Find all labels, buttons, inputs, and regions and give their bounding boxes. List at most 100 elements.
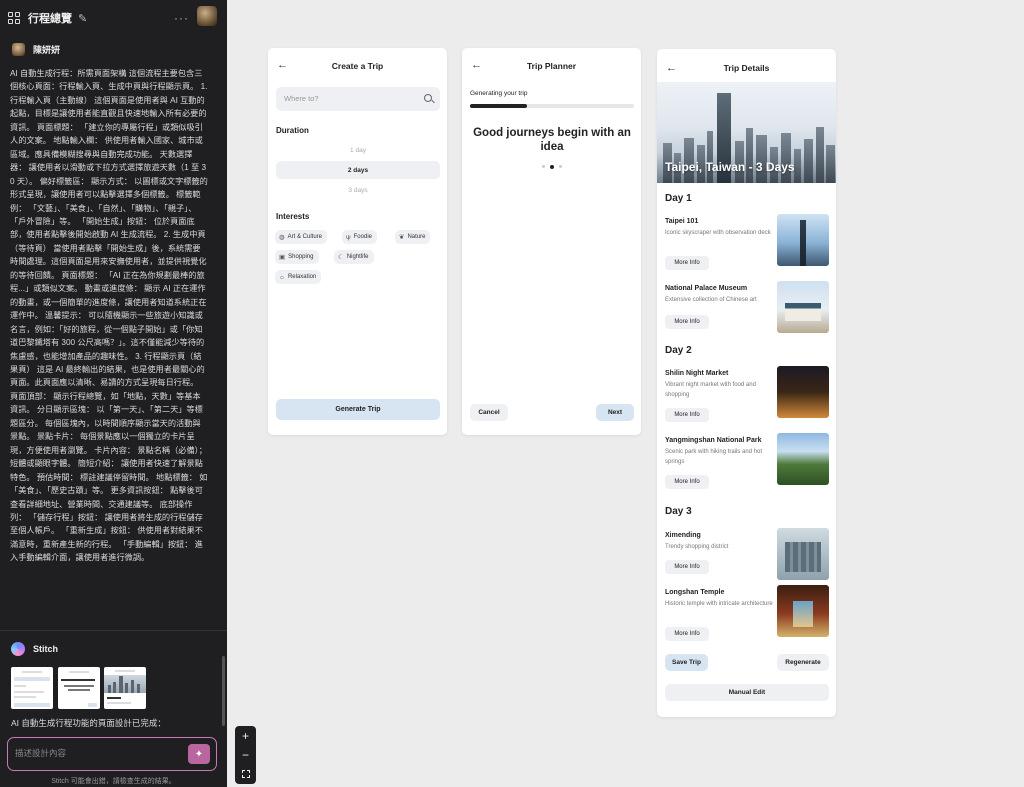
more-info-button[interactable]: More Info bbox=[665, 315, 709, 329]
place-description: Historic temple with intricate architect… bbox=[665, 601, 773, 607]
prompt-box: ✦ bbox=[7, 737, 217, 771]
more-info-button[interactable]: More Info bbox=[665, 475, 709, 489]
search-icon[interactable] bbox=[424, 94, 432, 102]
interest-chip-nature[interactable]: ❦ Nature bbox=[395, 230, 431, 244]
back-arrow-icon[interactable]: ← bbox=[471, 59, 482, 71]
create-trip-header: ← Create a Trip bbox=[268, 48, 447, 84]
zoom-controls: + − bbox=[235, 726, 256, 784]
screen-thumbnail-trip-details[interactable] bbox=[104, 667, 146, 709]
fork-knife-icon: ψ bbox=[346, 233, 351, 241]
zoom-out-button[interactable]: − bbox=[235, 745, 256, 764]
place-image bbox=[777, 366, 829, 418]
edit-pencil-icon[interactable]: ✎ bbox=[78, 12, 87, 25]
moon-icon: ☾ bbox=[338, 254, 344, 261]
place-name: Longshan Temple bbox=[665, 589, 725, 596]
generating-label: Generating your trip bbox=[470, 90, 528, 97]
prompt-input[interactable] bbox=[15, 748, 175, 758]
more-info-button[interactable]: More Info bbox=[665, 560, 709, 574]
sun-icon: ☼ bbox=[279, 273, 285, 281]
grid-menu-icon[interactable] bbox=[8, 12, 20, 24]
divider bbox=[0, 630, 227, 631]
trip-planner-header: ← Trip Planner bbox=[462, 48, 641, 84]
trip-hero-title: Taipei, Taiwan - 3 Days bbox=[665, 160, 795, 174]
destination-search-box bbox=[276, 87, 440, 111]
place-name: National Palace Museum bbox=[665, 285, 748, 292]
interest-chip-art-culture[interactable]: ◍ Art & Culture bbox=[275, 230, 328, 244]
interest-chip-foodie[interactable]: ψ Foodie bbox=[342, 230, 377, 244]
save-trip-button[interactable]: Save Trip bbox=[665, 654, 708, 671]
day-heading: Day 2 bbox=[665, 345, 692, 356]
progress-fill bbox=[470, 104, 528, 108]
user-avatar bbox=[12, 43, 25, 56]
create-trip-title: Create a Trip bbox=[331, 61, 384, 71]
place-name: Ximending bbox=[665, 532, 701, 539]
day-heading: Day 3 bbox=[665, 506, 692, 517]
generate-trip-button[interactable]: Generate Trip bbox=[276, 399, 440, 420]
place-image bbox=[777, 433, 829, 485]
back-arrow-icon[interactable]: ← bbox=[666, 62, 677, 74]
duration-option-selected[interactable]: 2 days bbox=[276, 161, 440, 179]
chip-label: Shopping bbox=[288, 254, 314, 260]
chat-scrollbar[interactable] bbox=[222, 656, 225, 726]
cancel-button[interactable]: Cancel bbox=[470, 404, 508, 421]
duration-option[interactable]: 1 day bbox=[276, 141, 440, 159]
interest-chip-shopping[interactable]: ▣ Shopping bbox=[275, 250, 319, 264]
progress-bar bbox=[470, 104, 634, 108]
duration-option[interactable]: 3 days bbox=[276, 181, 440, 199]
place-image bbox=[777, 528, 829, 580]
user-message-text: AI 自動生成行程：所需頁面架構 這個流程主要包含三個核心頁面：行程輸入頁、生成… bbox=[10, 69, 208, 563]
carousel-dots bbox=[462, 164, 641, 169]
create-trip-screen: ← Create a Trip Duration 1 day 2 days 3 … bbox=[268, 48, 447, 435]
stitch-logo-icon bbox=[11, 642, 25, 656]
zoom-in-button[interactable]: + bbox=[235, 726, 256, 745]
screen-thumbnail-create-trip[interactable] bbox=[11, 667, 53, 709]
magic-wand-icon: ✦ bbox=[194, 748, 204, 760]
interest-chip-relaxation[interactable]: ☼ Relaxation bbox=[275, 270, 322, 284]
user-name: 陳妍妍 bbox=[33, 45, 61, 55]
fit-screen-icon bbox=[241, 769, 250, 778]
place-name: Shilin Night Market bbox=[665, 370, 729, 377]
next-button[interactable]: Next bbox=[596, 404, 634, 421]
project-avatar[interactable] bbox=[197, 6, 217, 26]
screen-thumbnail-trip-planner[interactable] bbox=[58, 667, 100, 709]
chat-sidebar: 行程總覽 ✎ ··· 陳妍妍 AI 自動生成行程：所需頁面架構 這個流程主要包含… bbox=[0, 0, 227, 787]
place-description: Extensive collection of Chinese art bbox=[665, 297, 757, 303]
place-name: Yangmingshan National Park bbox=[665, 437, 762, 444]
bag-icon: ▣ bbox=[279, 254, 286, 261]
more-info-button[interactable]: More Info bbox=[665, 627, 709, 641]
carousel-dot-active[interactable] bbox=[549, 164, 554, 169]
trip-planner-screen: ← Trip Planner Generating your trip Good… bbox=[462, 48, 641, 435]
manual-edit-button[interactable]: Manual Edit bbox=[665, 684, 829, 701]
travel-quote: Good journeys begin with an idea bbox=[473, 127, 631, 153]
agent-name: Stitch bbox=[33, 644, 59, 654]
chip-label: Nightlife bbox=[346, 254, 369, 260]
place-description: Scenic park with hiking trails and hot s… bbox=[665, 449, 763, 465]
trip-details-title: Trip Details bbox=[723, 63, 770, 73]
interest-chip-nightlife[interactable]: ☾ Nightlife bbox=[334, 250, 374, 264]
fit-screen-button[interactable] bbox=[235, 764, 256, 783]
destination-input[interactable] bbox=[284, 94, 414, 103]
back-arrow-icon[interactable]: ← bbox=[277, 59, 288, 71]
chip-label: Nature bbox=[407, 234, 426, 240]
chip-label: Foodie bbox=[353, 234, 372, 240]
place-image bbox=[777, 585, 829, 637]
chip-label: Art & Culture bbox=[287, 234, 323, 240]
user-message-header: 陳妍妍 bbox=[12, 43, 60, 56]
more-info-button[interactable]: More Info bbox=[665, 256, 709, 270]
agent-message-text: AI 自動生成行程功能的頁面設計已完成： bbox=[11, 718, 166, 728]
duration-heading: Duration bbox=[276, 126, 309, 135]
send-button[interactable]: ✦ bbox=[188, 744, 210, 764]
agent-message-header: Stitch bbox=[11, 642, 58, 656]
project-title: 行程總覽 bbox=[28, 13, 72, 25]
regenerate-button[interactable]: Regenerate bbox=[777, 654, 829, 671]
more-options-icon[interactable]: ··· bbox=[174, 11, 189, 25]
carousel-dot[interactable] bbox=[558, 165, 562, 168]
chip-label: Relaxation bbox=[287, 274, 317, 280]
carousel-dot[interactable] bbox=[541, 165, 545, 168]
place-description: Iconic skyscraper with observation deck bbox=[665, 230, 771, 236]
interests-heading: Interests bbox=[276, 212, 310, 221]
more-info-button[interactable]: More Info bbox=[665, 408, 709, 422]
day-heading: Day 1 bbox=[665, 193, 692, 204]
place-description: Vibrant night market with food and shopp… bbox=[665, 382, 756, 398]
place-image bbox=[777, 281, 829, 333]
